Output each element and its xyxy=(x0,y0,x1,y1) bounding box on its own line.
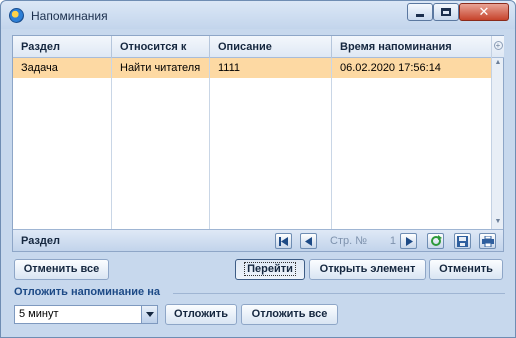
next-page-icon xyxy=(405,236,413,246)
column-header-description[interactable]: Описание xyxy=(210,36,332,58)
next-page-button[interactable] xyxy=(400,233,417,249)
column-divider xyxy=(111,58,112,233)
section-divider xyxy=(173,293,505,294)
refresh-icon xyxy=(430,235,442,246)
column-chooser[interactable]: + xyxy=(492,36,504,58)
scroll-up-icon[interactable]: ▲ xyxy=(493,58,503,68)
print-icon xyxy=(481,235,494,247)
grid-footer: Раздел Стр. № 1 xyxy=(13,229,503,251)
app-globe-icon xyxy=(9,8,24,23)
window-title: Напоминания xyxy=(31,9,108,23)
scroll-down-icon[interactable]: ▼ xyxy=(493,217,503,227)
cancel-all-button[interactable]: Отменить все xyxy=(14,259,109,280)
print-button[interactable] xyxy=(479,233,496,249)
prev-page-button[interactable] xyxy=(300,233,317,249)
cancel-button[interactable]: Отменить xyxy=(429,259,503,280)
first-page-button[interactable] xyxy=(275,233,292,249)
postpone-duration-value: 5 минут xyxy=(19,308,59,320)
reminders-grid: Раздел Относится к Описание Время напоми… xyxy=(12,35,504,252)
postpone-all-button[interactable]: Отложить все xyxy=(241,304,338,325)
first-page-icon xyxy=(279,236,288,246)
reminders-window: Напоминания ✕ Раздел Относится к Описани… xyxy=(0,0,516,338)
minimize-button[interactable] xyxy=(407,3,433,21)
go-button[interactable]: Перейти xyxy=(235,259,305,280)
column-header-section[interactable]: Раздел xyxy=(13,36,112,58)
close-button[interactable]: ✕ xyxy=(459,3,509,21)
dropdown-arrow-icon[interactable] xyxy=(141,306,157,323)
group-by-label: Раздел xyxy=(21,235,60,247)
prev-page-icon xyxy=(304,236,312,246)
title-bar: Напоминания ✕ xyxy=(1,1,515,29)
page-number-input[interactable]: 1 xyxy=(364,233,400,249)
cell-description: 1111 xyxy=(218,62,241,74)
minimize-icon xyxy=(416,13,424,17)
column-divider xyxy=(331,58,332,233)
page-prefix-label: Стр. № xyxy=(330,235,368,247)
column-divider xyxy=(209,58,210,233)
cell-remind-time: 06.02.2020 17:56:14 xyxy=(340,62,441,74)
postpone-duration-select[interactable]: 5 минут xyxy=(14,305,158,324)
postpone-section-label: Отложить напоминание на xyxy=(14,286,160,298)
refresh-button[interactable] xyxy=(427,233,444,249)
column-header-remind-time[interactable]: Время напоминания xyxy=(332,36,491,58)
table-row[interactable]: Задача Найти читателя 1111 06.02.2020 17… xyxy=(13,58,491,78)
add-column-icon: + xyxy=(493,41,503,50)
save-icon xyxy=(457,235,468,247)
maximize-icon xyxy=(441,8,451,16)
grid-header: Раздел Относится к Описание Время напоми… xyxy=(13,36,491,58)
cell-section: Задача xyxy=(21,62,58,74)
postpone-button[interactable]: Отложить xyxy=(165,304,237,325)
cell-related-to: Найти читателя xyxy=(120,62,201,74)
open-item-button[interactable]: Открыть элемент xyxy=(309,259,426,280)
maximize-button[interactable] xyxy=(433,3,459,21)
go-button-label: Перейти xyxy=(244,262,296,276)
save-button[interactable] xyxy=(454,233,471,249)
column-header-related-to[interactable]: Относится к xyxy=(112,36,210,58)
close-icon: ✕ xyxy=(478,4,490,20)
vertical-scrollbar[interactable]: + ▲ ▼ xyxy=(491,36,504,229)
